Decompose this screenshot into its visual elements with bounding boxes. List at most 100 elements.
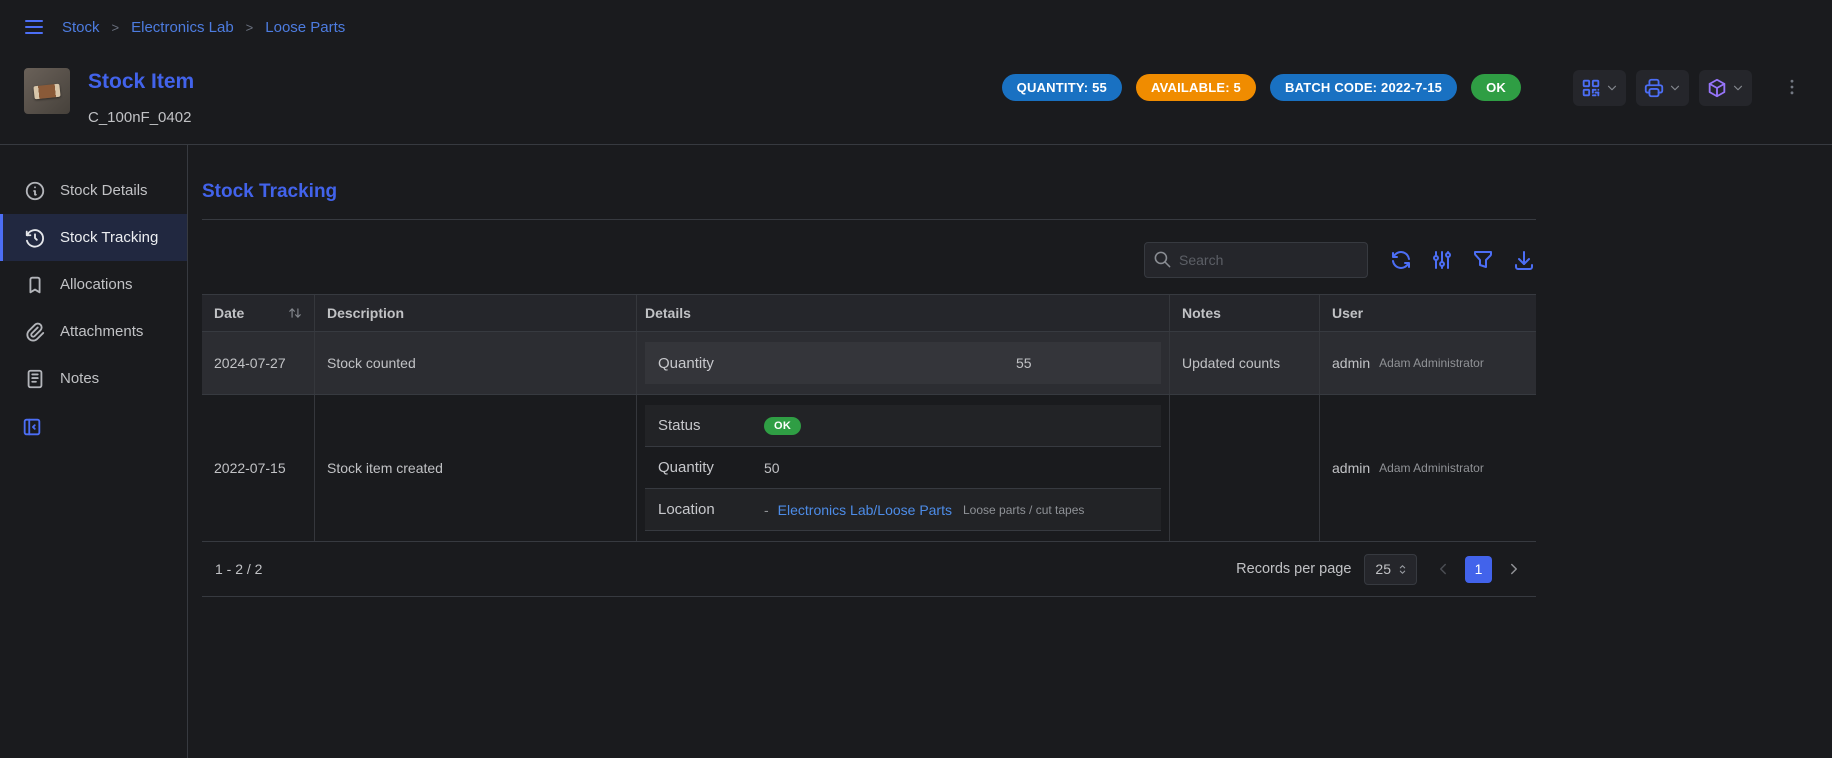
sidebar-item-label: Stock Details xyxy=(60,182,148,199)
sidebar-item-stock-details[interactable]: Stock Details xyxy=(0,167,187,214)
component-image xyxy=(33,83,60,99)
stock-actions-button[interactable] xyxy=(1699,70,1752,106)
table-options-button[interactable] xyxy=(1430,248,1454,272)
status-ok-pill: OK xyxy=(764,417,801,435)
next-page-button[interactable] xyxy=(1505,560,1523,578)
sidebar-collapse-icon xyxy=(21,416,43,438)
column-header-notes: Notes xyxy=(1170,295,1320,331)
sidebar-item-label: Attachments xyxy=(60,323,143,340)
download-icon xyxy=(1512,248,1536,272)
sidebar: Stock Details Stock Tracking Allocations… xyxy=(0,145,188,758)
section-title: Stock Tracking xyxy=(202,181,1536,203)
cell-description: Stock item created xyxy=(315,395,637,541)
sort-arrows-icon[interactable] xyxy=(288,306,302,320)
table-row[interactable]: 2022-07-15 Stock item created Status OK … xyxy=(202,395,1536,542)
available-badge: AVAILABLE: 5 xyxy=(1136,74,1256,101)
location-note: Loose parts / cut tapes xyxy=(963,503,1084,517)
records-per-page-select[interactable]: 25 xyxy=(1364,554,1417,585)
table-toolbar xyxy=(202,242,1536,278)
search-icon xyxy=(1153,250,1172,269)
cell-description: Stock counted xyxy=(315,332,637,394)
user-fullname: Adam Administrator xyxy=(1379,461,1484,475)
cell-date: 2022-07-15 xyxy=(202,395,315,541)
detail-value: 55 xyxy=(1016,355,1032,371)
download-button[interactable] xyxy=(1512,248,1536,272)
table-row[interactable]: 2024-07-27 Stock counted Quantity 55 Upd… xyxy=(202,332,1536,395)
detail-row-location: Location - Electronics Lab/Loose Parts L… xyxy=(645,489,1161,531)
sidebar-item-label: Allocations xyxy=(60,276,133,293)
detail-label: Status xyxy=(658,417,764,434)
column-header-user: User xyxy=(1320,295,1536,331)
detail-row-quantity: Quantity 50 xyxy=(645,447,1161,489)
chevron-down-icon xyxy=(1605,81,1619,95)
cell-user: admin Adam Administrator xyxy=(1320,332,1536,394)
breadcrumb-link-stock[interactable]: Stock xyxy=(62,19,100,36)
main-panel: Stock Tracking xyxy=(188,145,1832,758)
quantity-badge: QUANTITY: 55 xyxy=(1002,74,1122,101)
main-content: Stock Tracking xyxy=(202,181,1536,597)
top-bar: Stock > Electronics Lab > Loose Parts xyxy=(0,0,1832,54)
breadcrumb-separator: > xyxy=(246,20,254,35)
records-per-page-label: Records per page xyxy=(1236,561,1351,577)
hamburger-menu-button[interactable] xyxy=(22,15,46,39)
info-circle-icon xyxy=(24,180,46,202)
paperclip-icon xyxy=(24,321,46,343)
chevron-left-icon xyxy=(1434,560,1452,578)
detail-label: Quantity xyxy=(658,459,764,476)
page-body: Stock Details Stock Tracking Allocations… xyxy=(0,145,1832,758)
notes-icon xyxy=(24,368,46,390)
username: admin xyxy=(1332,355,1370,371)
status-badges: QUANTITY: 55 AVAILABLE: 5 BATCH CODE: 20… xyxy=(1002,74,1521,101)
sidebar-item-stock-tracking[interactable]: Stock Tracking xyxy=(0,214,187,261)
sidebar-item-label: Stock Tracking xyxy=(60,229,158,246)
more-options-button[interactable] xyxy=(1778,73,1806,104)
page-1-button[interactable]: 1 xyxy=(1465,556,1492,583)
sidebar-item-attachments[interactable]: Attachments xyxy=(0,308,187,355)
cell-notes xyxy=(1170,395,1320,541)
previous-page-button[interactable] xyxy=(1434,560,1452,578)
breadcrumb-link-loose-parts[interactable]: Loose Parts xyxy=(265,19,345,36)
stock-tracking-table: Date Description Details Notes User 2024… xyxy=(202,294,1536,597)
filter-button[interactable] xyxy=(1471,248,1495,272)
sidebar-collapse-button[interactable] xyxy=(21,416,43,438)
cell-notes: Updated counts xyxy=(1170,332,1320,394)
dots-menu-icon xyxy=(1782,77,1802,97)
breadcrumb: Stock > Electronics Lab > Loose Parts xyxy=(62,19,345,36)
title-block: Stock Item C_100nF_0402 xyxy=(88,68,194,126)
column-header-details: Details xyxy=(637,295,1170,331)
detail-stack: Status OK Quantity 50 Location - xyxy=(645,405,1161,531)
chevron-down-icon xyxy=(1668,81,1682,95)
qrcode-icon xyxy=(1580,77,1602,99)
cell-date: 2024-07-27 xyxy=(202,332,315,394)
record-range-label: 1 - 2 / 2 xyxy=(215,561,262,577)
section-divider xyxy=(202,219,1536,220)
search-input[interactable] xyxy=(1144,242,1368,278)
location-dash: - xyxy=(764,502,769,518)
print-actions-button[interactable] xyxy=(1636,70,1689,106)
stock-item-thumbnail[interactable] xyxy=(24,68,70,114)
breadcrumb-separator: > xyxy=(112,20,120,35)
detail-row-status: Status OK xyxy=(645,405,1161,447)
user-fullname: Adam Administrator xyxy=(1379,356,1484,370)
sidebar-item-notes[interactable]: Notes xyxy=(0,355,187,402)
detail-label: Location xyxy=(658,501,764,518)
breadcrumb-link-electronics-lab[interactable]: Electronics Lab xyxy=(131,19,234,36)
stock-actions-cube-icon xyxy=(1706,77,1728,99)
barcode-actions-button[interactable] xyxy=(1573,70,1626,106)
sidebar-item-allocations[interactable]: Allocations xyxy=(0,261,187,308)
search-box xyxy=(1144,242,1368,278)
chevron-right-icon xyxy=(1505,560,1523,578)
refresh-icon xyxy=(1389,248,1413,272)
pager: 1 xyxy=(1434,556,1523,583)
refresh-button[interactable] xyxy=(1389,248,1413,272)
selector-chevrons-icon xyxy=(1396,563,1409,576)
history-icon xyxy=(24,227,46,249)
table-header-row: Date Description Details Notes User xyxy=(202,294,1536,332)
location-link[interactable]: Electronics Lab/Loose Parts xyxy=(778,502,952,518)
column-header-date[interactable]: Date xyxy=(202,295,315,331)
chevron-down-icon xyxy=(1731,81,1745,95)
filter-icon xyxy=(1471,248,1495,272)
column-header-description[interactable]: Description xyxy=(315,295,637,331)
cell-details: Status OK Quantity 50 Location - xyxy=(637,395,1170,541)
pagination-controls: Records per page 25 1 xyxy=(1236,554,1523,585)
